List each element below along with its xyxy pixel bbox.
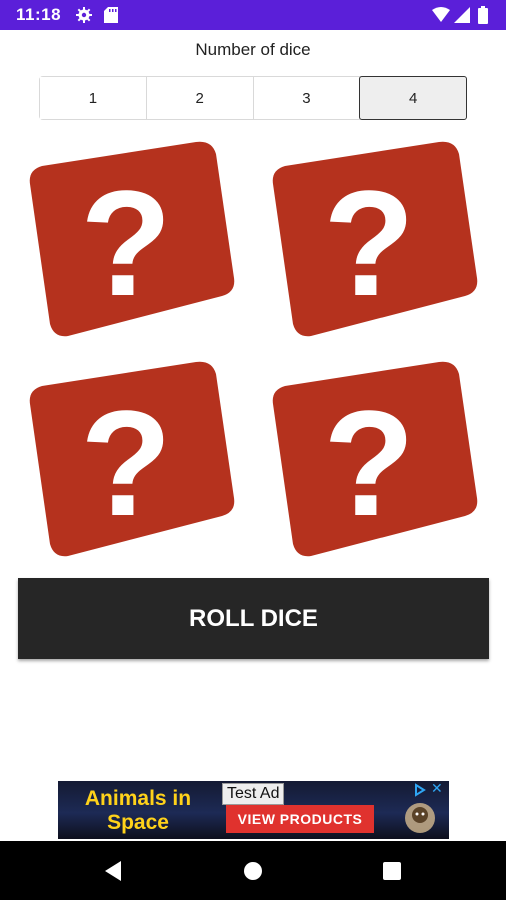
wifi-icon [432, 7, 450, 22]
die-1[interactable]: ? [16, 140, 236, 340]
dice-count-option-3[interactable]: 3 [253, 77, 361, 119]
battery-icon [478, 6, 488, 24]
die-2[interactable]: ? [259, 140, 479, 340]
roll-dice-button[interactable]: ROLL DICE [18, 578, 489, 659]
dice-count-selector: 1 2 3 4 [39, 76, 467, 120]
system-nav-bar [0, 841, 506, 900]
back-icon[interactable] [103, 860, 123, 882]
number-of-dice-label: Number of dice [195, 40, 311, 59]
ad-close-icon[interactable]: ✕ [431, 781, 445, 795]
status-bar: 11:18 [0, 0, 506, 30]
ad-headline: Animals in Space [68, 787, 208, 835]
test-ad-label: Test Ad [222, 783, 285, 805]
adchoices-icon[interactable] [413, 783, 427, 797]
gear-icon [76, 7, 92, 23]
ad-view-products-button[interactable]: VIEW PRODUCTS [226, 805, 374, 833]
die-1-face: ? [80, 159, 172, 327]
die-3[interactable]: ? [16, 360, 236, 560]
die-3-face: ? [80, 379, 172, 547]
ad-headline-line-1: Animals in [84, 787, 192, 810]
dice-count-option-1[interactable]: 1 [40, 77, 147, 119]
ad-banner[interactable]: Animals in Space VIEW PRODUCTS Test Ad ✕ [58, 781, 449, 839]
dice-count-option-4[interactable]: 4 [359, 76, 467, 120]
die-4[interactable]: ? [259, 360, 479, 560]
space-animal-icon [405, 803, 435, 833]
sd-card-icon [104, 7, 118, 23]
die-4-face: ? [323, 379, 415, 547]
dice-count-option-2[interactable]: 2 [146, 77, 254, 119]
ad-headline-line-2: Space [107, 811, 169, 834]
signal-icon [454, 7, 470, 23]
die-2-face: ? [323, 159, 415, 327]
recent-apps-icon[interactable] [383, 862, 401, 880]
home-icon[interactable] [243, 861, 263, 881]
status-time: 11:18 [16, 5, 62, 24]
